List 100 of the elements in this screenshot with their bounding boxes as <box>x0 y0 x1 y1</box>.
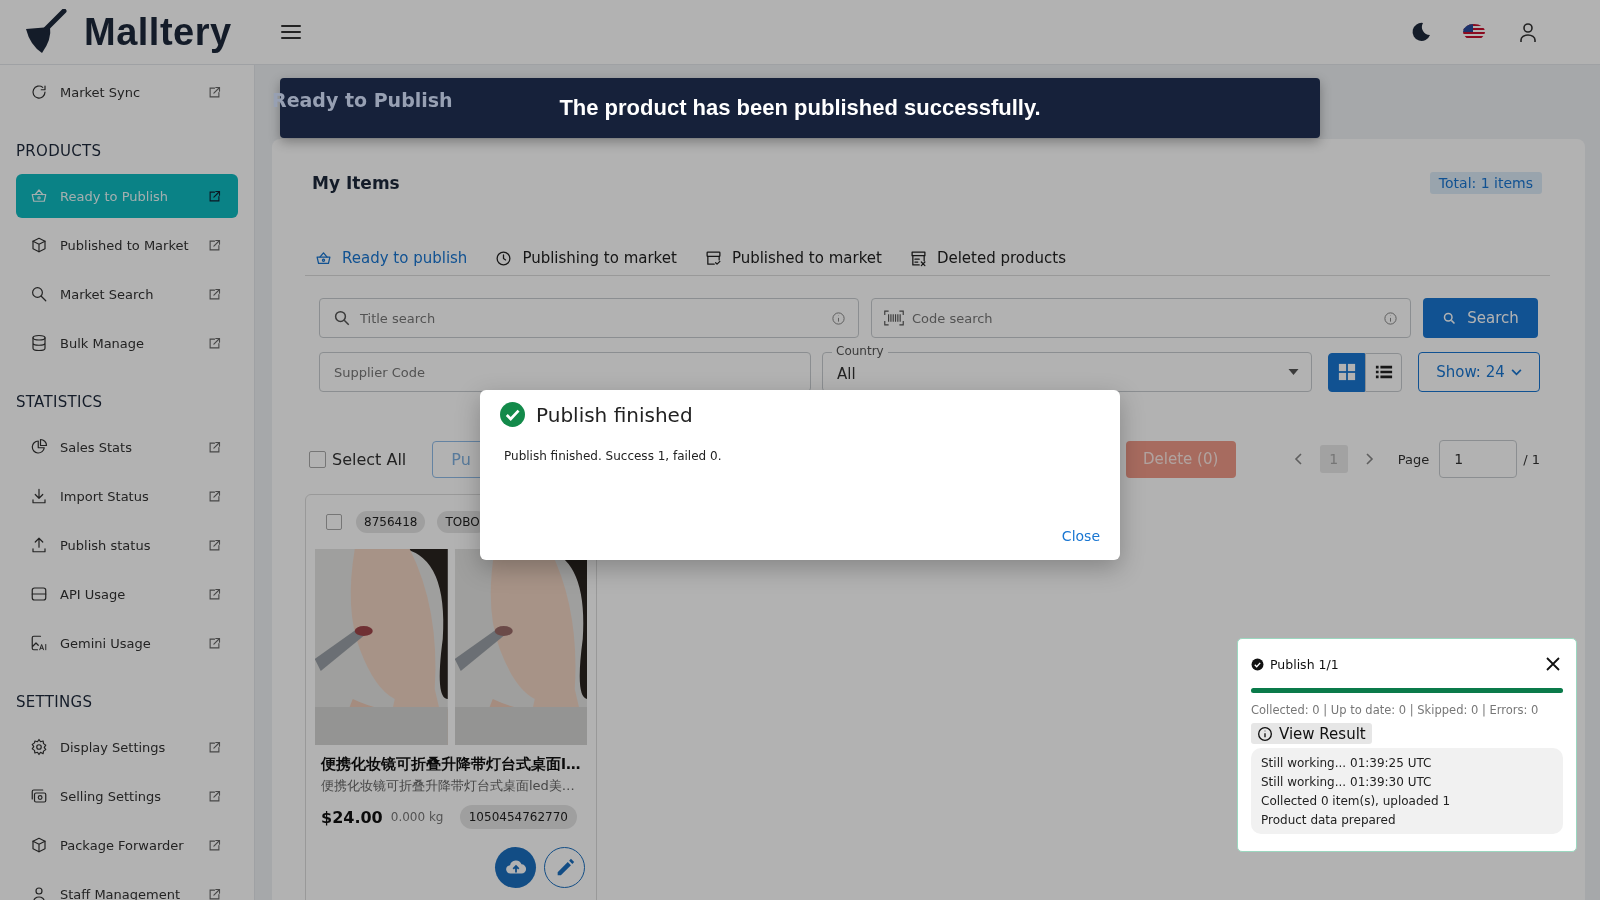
show-count-button[interactable]: Show: 24 <box>1418 352 1540 392</box>
grid-icon <box>1337 363 1356 381</box>
sidebar-item[interactable]: Market Search <box>16 272 238 316</box>
page-total: / 1 <box>1523 451 1540 467</box>
edit-button[interactable] <box>544 847 585 888</box>
external-link-icon <box>207 788 222 804</box>
tab[interactable]: Ready to publish <box>315 247 468 269</box>
total-count: Total: 1 items <box>1429 172 1542 194</box>
supplier-code-field[interactable]: Supplier Code <box>319 352 811 392</box>
title-search-field[interactable]: Title search <box>319 298 859 338</box>
progress-title: Publish 1/1 <box>1270 656 1339 672</box>
camera-icon <box>30 787 48 805</box>
tab[interactable]: Publishing to market <box>495 247 677 269</box>
section-title: STATISTICS <box>16 393 104 411</box>
sidebar-item[interactable]: Sales Stats <box>16 425 238 469</box>
upload-icon <box>30 536 48 554</box>
check-circle-icon <box>1251 657 1264 671</box>
check-circle-icon <box>500 402 525 427</box>
product-subtitle: 便携化妆镜可折叠升降带灯台式桌面led美… <box>320 777 575 795</box>
caret-icon <box>1288 369 1299 375</box>
search-icon <box>1442 310 1458 326</box>
search-button[interactable]: Search <box>1423 298 1538 338</box>
external-link-icon <box>207 335 222 351</box>
close-icon[interactable] <box>1546 657 1560 671</box>
sidebar-item[interactable]: Selling Settings <box>16 774 238 818</box>
info-icon <box>831 310 846 326</box>
field-label: Country <box>832 343 888 360</box>
log-line: Still working... 01:39:30 UTC <box>1261 774 1433 791</box>
sidebar-item[interactable]: Published to Market <box>16 223 238 267</box>
select-all-checkbox[interactable]: Select All <box>309 449 407 469</box>
external-link-icon <box>207 586 222 602</box>
db-icon <box>30 334 48 352</box>
sidebar-item[interactable]: Publish status <box>16 523 238 567</box>
deleted-icon <box>909 249 927 267</box>
barcode-icon <box>884 309 904 327</box>
external-link-icon <box>207 439 222 455</box>
code-search-field[interactable]: Code search <box>871 298 1411 338</box>
gear-icon <box>30 738 48 756</box>
product-checkbox[interactable] <box>326 514 342 530</box>
sidebar-item[interactable]: Bulk Manage <box>16 321 238 365</box>
list-icon <box>1374 363 1393 381</box>
info-icon <box>1383 310 1398 326</box>
menu-icon[interactable] <box>281 24 301 40</box>
chevron-down-icon <box>1510 368 1522 376</box>
external-link-icon <box>207 886 222 900</box>
external-link-icon <box>207 188 222 204</box>
sidebar-item[interactable]: Package Forwarder <box>16 823 238 867</box>
progress-stats: Collected: 0 | Up to date: 0 | Skipped: 0 | Errors: 0 <box>1251 703 1540 717</box>
external-link-icon <box>207 739 222 755</box>
product-title: 便携化妆镜可折叠升降带灯台式桌面l… <box>319 755 582 774</box>
tab[interactable]: Published to market <box>704 247 882 269</box>
sidebar-item[interactable]: Display Settings <box>16 725 238 769</box>
sidebar-item[interactable]: API Usage <box>16 572 238 616</box>
section-title: PRODUCTS <box>16 142 103 160</box>
basket-icon <box>315 249 332 267</box>
page-label: Page <box>1397 451 1430 467</box>
pie-icon <box>30 438 48 456</box>
product-tag: 8756418 <box>356 511 426 533</box>
external-link-icon <box>207 286 222 302</box>
previous-page-icon[interactable] <box>1293 453 1302 465</box>
log-line: Product data prepared <box>1261 812 1397 829</box>
log-line: Still working... 01:39:25 UTC <box>1261 755 1433 772</box>
ai-icon <box>30 634 48 652</box>
log-line: Collected 0 item(s), uploaded 1 <box>1261 793 1451 810</box>
brand-name: Malltery <box>84 10 232 54</box>
tab[interactable]: Deleted products <box>909 247 1066 269</box>
sidebar-item[interactable]: Gemini Usage <box>16 621 238 665</box>
dialog-message: Publish finished. Success 1, failed 0. <box>504 449 723 463</box>
product-weight: 0.000 kg <box>390 810 444 824</box>
box-icon <box>30 836 48 854</box>
external-link-icon <box>207 237 222 253</box>
search-icon <box>30 285 48 303</box>
info-icon <box>1257 725 1273 742</box>
section-title: SETTINGS <box>16 693 94 711</box>
product-price: $24.00 <box>321 807 383 827</box>
store-icon <box>704 249 722 267</box>
next-page-icon[interactable] <box>1365 453 1374 465</box>
external-link-icon <box>207 537 222 553</box>
broom-icon <box>24 9 70 55</box>
dialog-title: Publish finished <box>536 402 693 427</box>
sidebar-item[interactable]: Import Status <box>16 474 238 518</box>
product-code: 1050454762770 <box>459 805 577 829</box>
view-result-button[interactable]: View Result <box>1251 723 1372 744</box>
grid-view-button[interactable] <box>1328 352 1365 392</box>
upload-button[interactable] <box>495 847 536 888</box>
clock-icon <box>495 249 513 267</box>
external-link-icon <box>207 635 222 651</box>
card-icon <box>30 585 48 603</box>
search-icon <box>332 309 352 327</box>
close-button[interactable]: Close <box>1061 524 1100 548</box>
box-icon <box>30 236 48 254</box>
basket-icon <box>30 187 48 205</box>
external-link-icon <box>207 488 222 504</box>
download-icon <box>30 487 48 505</box>
panel-title: My Items <box>312 173 400 193</box>
page-input[interactable]: 1 <box>1439 440 1518 478</box>
sidebar-item[interactable]: Market Sync <box>16 70 238 114</box>
flag-icon[interactable] <box>1462 24 1486 40</box>
list-view-button[interactable] <box>1365 352 1402 392</box>
sync-icon <box>30 83 48 101</box>
